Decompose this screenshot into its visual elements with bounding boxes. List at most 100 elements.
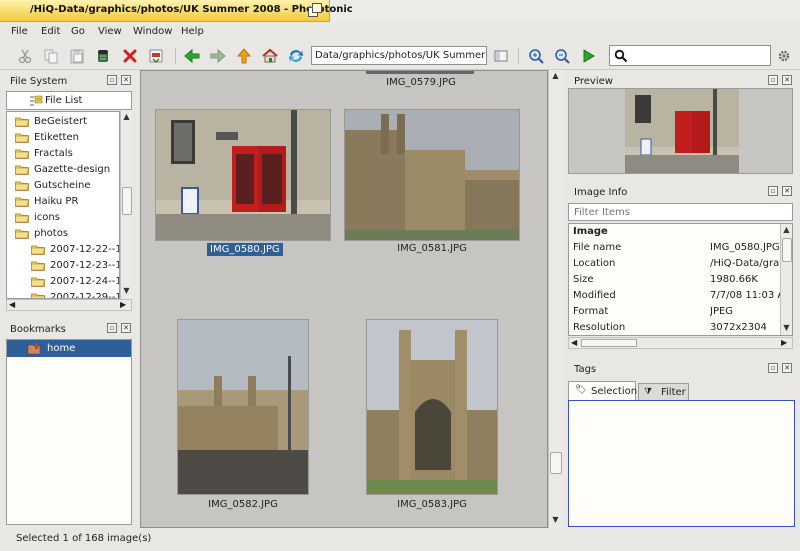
move-to-icon[interactable] — [94, 47, 112, 65]
delete-icon[interactable] — [121, 47, 139, 65]
menu-view[interactable]: View — [98, 26, 122, 37]
menu-window[interactable]: Window — [133, 26, 172, 37]
scroll-left-icon[interactable]: ◀ — [571, 338, 577, 348]
folder-icon — [15, 229, 29, 239]
search-input[interactable] — [632, 48, 768, 63]
close-icon[interactable]: ✕ — [782, 363, 792, 373]
thumbnail-caption[interactable]: IMG_0583.JPG — [394, 499, 470, 510]
info-row[interactable]: Resolution 3072x2304 — [569, 320, 781, 335]
float-icon[interactable]: ▫ — [768, 186, 778, 196]
close-icon[interactable]: ✕ — [121, 323, 131, 333]
path-field[interactable]: Data/graphics/photos/UK Summer 2008 — [311, 46, 487, 65]
scroll-thumb[interactable] — [581, 339, 637, 347]
folder-item[interactable]: Gazette-design — [7, 162, 119, 178]
bookmark-item-home[interactable]: home — [7, 340, 131, 357]
folder-item[interactable]: Haiku PR — [7, 194, 119, 210]
filter-items-input[interactable] — [572, 206, 787, 219]
filter-items-box[interactable] — [568, 203, 793, 221]
tags-list[interactable] — [568, 400, 795, 527]
close-icon[interactable]: ✕ — [121, 75, 131, 85]
menu-bar: File Edit Go View Window Help — [0, 22, 800, 42]
search-box[interactable] — [609, 45, 771, 66]
float-icon[interactable]: ▫ — [768, 363, 778, 373]
bookmark-icon[interactable] — [492, 47, 510, 65]
folder-item[interactable]: 2007-12-24--11. — [7, 274, 119, 290]
window-zoom-icon[interactable] — [308, 3, 323, 18]
menu-help[interactable]: Help — [181, 26, 204, 37]
thumbnail-image[interactable] — [344, 109, 520, 241]
folder-item[interactable]: 2007-12-29--12. — [7, 290, 119, 298]
scroll-up-icon[interactable]: ▲ — [781, 224, 792, 236]
scroll-up-icon[interactable]: ▲ — [549, 70, 562, 82]
folder-item[interactable]: 2007-12-23--14. — [7, 258, 119, 274]
image-info-scrollbar[interactable]: ▲ ▼ — [780, 224, 792, 335]
settings-icon[interactable] — [775, 47, 793, 65]
thumbnail-scrollbar[interactable]: ▲ ▼ — [548, 70, 562, 528]
image-info-hscrollbar[interactable]: ◀ ▶ — [568, 337, 793, 349]
copy-icon[interactable] — [42, 47, 60, 65]
file-system-hscrollbar[interactable]: ◀ ▶ — [6, 299, 132, 311]
folder-icon — [15, 149, 29, 159]
window-title-tab[interactable]: /HiQ-Data/graphics/photos/UK Summer 2008… — [0, 0, 353, 22]
scroll-right-icon[interactable]: ▶ — [781, 338, 787, 348]
info-section-header: Image — [573, 226, 608, 237]
scroll-thumb[interactable] — [782, 238, 792, 262]
zoom-out-icon[interactable] — [553, 47, 571, 65]
menu-file[interactable]: File — [11, 26, 28, 37]
folder-item[interactable]: Gutscheine — [7, 178, 119, 194]
thumbnail-image[interactable] — [177, 319, 309, 495]
title-bar: /HiQ-Data/graphics/photos/UK Summer 2008… — [0, 0, 800, 22]
folder-item[interactable]: Fractals — [7, 146, 119, 162]
scroll-down-icon[interactable]: ▼ — [121, 285, 132, 297]
scroll-thumb[interactable] — [122, 187, 132, 215]
thumbnail-caption[interactable]: IMG_0582.JPG — [205, 499, 281, 510]
thumbnail-image[interactable] — [155, 109, 331, 241]
float-icon[interactable]: ▫ — [768, 75, 778, 85]
float-icon[interactable]: ▫ — [107, 323, 117, 333]
tab-selection[interactable]: 🏷 Selection — [568, 381, 637, 400]
file-system-scrollbar[interactable]: ▲ ▼ — [120, 111, 132, 299]
close-icon[interactable]: ✕ — [782, 186, 792, 196]
info-row[interactable]: Modified7/7/08 11:03 AM — [569, 288, 781, 304]
refresh-icon[interactable] — [287, 47, 305, 65]
thumbnail-caption[interactable]: IMG_0581.JPG — [394, 243, 470, 254]
scroll-thumb[interactable] — [550, 452, 562, 474]
save-as-icon[interactable] — [147, 47, 165, 65]
zoom-in-icon[interactable] — [527, 47, 545, 65]
up-icon[interactable] — [235, 47, 253, 65]
folder-item[interactable]: photos — [7, 226, 119, 242]
scroll-right-icon[interactable]: ▶ — [120, 300, 126, 310]
folder-icon — [15, 181, 29, 191]
tab-filter[interactable]: ⧩ Filter — [638, 383, 689, 401]
folder-item[interactable]: 2007-12-22--10. — [7, 242, 119, 258]
close-icon[interactable]: ✕ — [782, 75, 792, 85]
thumbnail-caption-selected[interactable]: IMG_0580.JPG — [207, 243, 283, 256]
file-list-label: File List — [45, 95, 83, 106]
menu-go[interactable]: Go — [71, 26, 85, 37]
cut-icon[interactable] — [16, 47, 34, 65]
menu-edit[interactable]: Edit — [41, 26, 60, 37]
thumbnail-image[interactable] — [366, 319, 498, 495]
folder-item[interactable]: Etiketten — [7, 130, 119, 146]
folder-item[interactable]: BeGeistert — [7, 114, 119, 130]
info-row[interactable]: File name IMG_0580.JPG — [569, 240, 781, 256]
folder-icon — [31, 261, 45, 271]
scroll-left-icon[interactable]: ◀ — [9, 300, 15, 310]
scroll-down-icon[interactable]: ▼ — [781, 322, 792, 334]
folder-item[interactable]: icons — [7, 210, 119, 226]
file-system-dock-buttons: ▫ ✕ — [107, 75, 133, 85]
info-row[interactable]: Size 1980.66K — [569, 272, 781, 288]
back-icon[interactable] — [183, 47, 201, 65]
paste-icon[interactable] — [68, 47, 86, 65]
info-row[interactable]: Location/HiQ-Data/graph — [569, 256, 781, 272]
slideshow-icon[interactable] — [579, 47, 597, 65]
file-list-button[interactable]: File List — [6, 91, 132, 110]
scroll-down-icon[interactable]: ▼ — [549, 514, 562, 526]
float-icon[interactable]: ▫ — [107, 75, 117, 85]
forward-icon[interactable] — [209, 47, 227, 65]
thumbnail-caption[interactable]: IMG_0579.JPG — [361, 77, 481, 88]
home-icon[interactable] — [261, 47, 279, 65]
bookmark-folder-icon — [27, 343, 41, 355]
scroll-up-icon[interactable]: ▲ — [121, 111, 132, 123]
info-row[interactable]: Format JPEG — [569, 304, 781, 320]
